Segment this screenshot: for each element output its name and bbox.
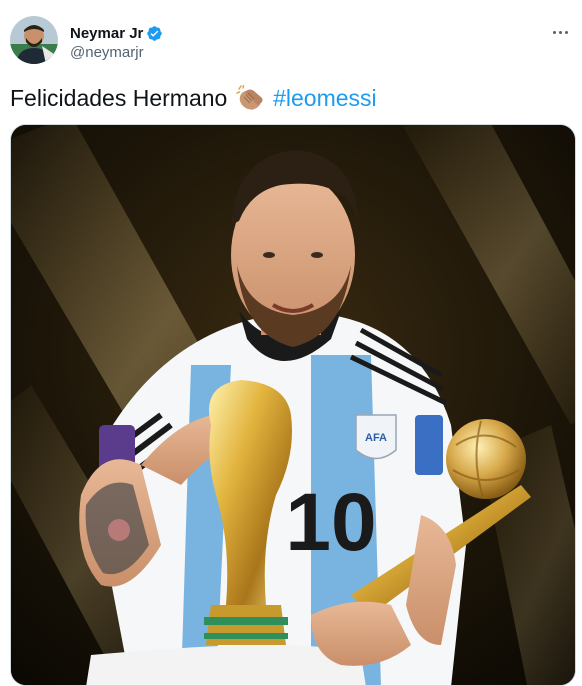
tweet-media-image[interactable]: AFA 10	[10, 124, 576, 686]
tweet: Neymar Jr @neymarjr Felicidades Hermano	[0, 0, 582, 686]
clapping-hands-emoji	[235, 84, 264, 111]
avatar-photo	[10, 16, 58, 64]
author-names: Neymar Jr @neymarjr	[70, 23, 163, 61]
crest-text: AFA	[365, 432, 387, 444]
author-handle[interactable]: @neymarjr	[70, 44, 163, 61]
tweet-text: Felicidades Hermano #leomessi	[10, 84, 377, 112]
jersey-number: 10	[285, 477, 376, 568]
hashtag-link[interactable]: #leomessi	[273, 85, 377, 111]
avatar[interactable]	[10, 16, 58, 64]
media-photo: AFA 10	[11, 125, 575, 685]
display-name[interactable]: Neymar Jr	[70, 25, 143, 42]
display-name-row: Neymar Jr	[70, 23, 163, 43]
more-options-icon[interactable]	[548, 22, 572, 42]
tweet-header: Neymar Jr @neymarjr	[10, 16, 572, 68]
tweet-text-prefix: Felicidades Hermano	[10, 85, 228, 111]
verified-badge-icon	[146, 25, 163, 42]
